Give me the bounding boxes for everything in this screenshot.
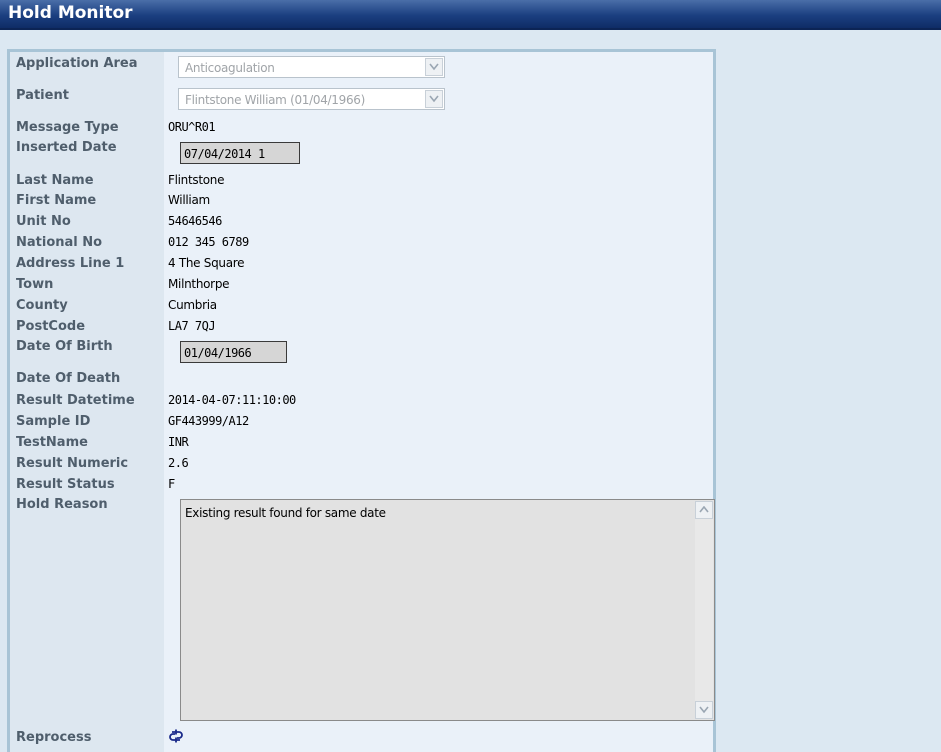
hold-reason-value: Existing result found for same date xyxy=(185,506,386,520)
hold-monitor-form: Application Area Anticoagulation Patient… xyxy=(7,49,716,752)
chevron-down-icon[interactable] xyxy=(425,58,443,76)
unit-no-value: 54646546 xyxy=(168,214,222,228)
row-inserted-date: Inserted Date 07/04/2014 1 xyxy=(10,140,713,164)
row-date-of-birth: Date Of Birth 01/04/1966 xyxy=(10,339,713,363)
last-name-value: Flintstone xyxy=(168,173,225,187)
scroll-down-icon[interactable] xyxy=(695,701,713,719)
inserted-date-value: 07/04/2014 1 xyxy=(184,147,265,161)
national-no-value: 012 345 6789 xyxy=(168,235,249,249)
sample-id-value: GF443999/A12 xyxy=(168,414,249,428)
date-of-birth-value: 01/04/1966 xyxy=(184,346,252,360)
result-datetime-label: Result Datetime xyxy=(16,393,135,408)
row-application-area: Application Area Anticoagulation xyxy=(10,56,713,80)
date-of-birth-label: Date Of Birth xyxy=(16,339,113,354)
result-status-value: F xyxy=(168,477,175,491)
chevron-down-icon[interactable] xyxy=(425,90,443,108)
page-title: Hold Monitor xyxy=(8,3,133,23)
county-label: County xyxy=(16,298,68,313)
date-of-death-label: Date Of Death xyxy=(16,371,121,386)
message-type-label: Message Type xyxy=(16,120,119,135)
result-datetime-value: 2014-04-07:11:10:00 xyxy=(168,393,296,407)
application-area-label: Application Area xyxy=(16,56,138,71)
result-numeric-value: 2.6 xyxy=(168,456,189,470)
first-name-value: William xyxy=(168,193,210,207)
testname-label: TestName xyxy=(16,435,88,450)
postcode-label: PostCode xyxy=(16,319,86,334)
scroll-up-icon[interactable] xyxy=(695,501,713,519)
application-area-select[interactable]: Anticoagulation xyxy=(178,56,445,78)
hold-reason-textarea[interactable]: Existing result found for same date xyxy=(180,499,715,721)
address-line-1-value: 4 The Square xyxy=(168,256,245,270)
application-area-value: Anticoagulation xyxy=(185,61,275,75)
address-line-1-label: Address Line 1 xyxy=(16,256,125,271)
result-numeric-label: Result Numeric xyxy=(16,456,129,471)
message-type-value: ORU^R01 xyxy=(168,120,216,134)
town-value: Milnthorpe xyxy=(168,277,230,291)
county-value: Cumbria xyxy=(168,298,217,312)
inserted-date-label: Inserted Date xyxy=(16,140,117,155)
town-label: Town xyxy=(16,277,54,292)
reprocess-icon[interactable] xyxy=(168,729,184,746)
unit-no-label: Unit No xyxy=(16,214,71,229)
patient-select[interactable]: Flintstone William (01/04/1966) xyxy=(178,88,445,110)
last-name-label: Last Name xyxy=(16,173,94,188)
vertical-scrollbar[interactable] xyxy=(695,501,713,719)
row-patient: Patient Flintstone William (01/04/1966) xyxy=(10,88,713,112)
patient-value: Flintstone William (01/04/1966) xyxy=(185,93,366,107)
result-status-label: Result Status xyxy=(16,477,115,492)
sample-id-label: Sample ID xyxy=(16,414,91,429)
testname-value: INR xyxy=(168,435,189,449)
inserted-date-field: 07/04/2014 1 xyxy=(180,142,300,164)
hold-reason-label: Hold Reason xyxy=(16,497,108,512)
reprocess-label: Reprocess xyxy=(16,730,92,745)
first-name-label: First Name xyxy=(16,193,97,208)
postcode-value: LA7 7QJ xyxy=(168,319,216,333)
patient-label: Patient xyxy=(16,88,69,103)
title-bar: Hold Monitor xyxy=(0,0,941,30)
national-no-label: National No xyxy=(16,235,103,250)
date-of-birth-field: 01/04/1966 xyxy=(180,341,287,363)
